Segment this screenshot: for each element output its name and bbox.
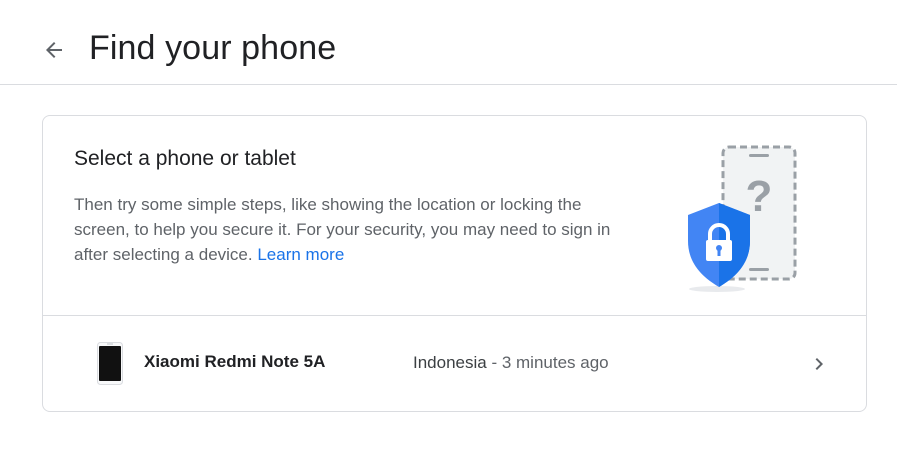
app-header: Find your phone xyxy=(0,0,897,85)
device-card: Select a phone or tablet Then try some s… xyxy=(42,115,867,412)
card-description: Then try some simple steps, like showing… xyxy=(74,192,634,267)
back-button[interactable] xyxy=(36,32,72,68)
chevron-right-icon xyxy=(815,358,823,370)
svg-text:?: ? xyxy=(746,172,773,221)
phone-shield-lock-icon: ? xyxy=(688,145,797,292)
device-name: Xiaomi Redmi Note 5A xyxy=(144,352,326,371)
device-last-seen: 3 minutes ago xyxy=(501,353,609,372)
phone-thumbnail-icon xyxy=(97,342,123,385)
card-title: Select a phone or tablet xyxy=(74,147,296,170)
page-title: Find your phone xyxy=(89,29,337,67)
card-intro: Select a phone or tablet Then try some s… xyxy=(43,116,866,316)
device-location: Indonesia xyxy=(413,353,487,372)
status-separator: - xyxy=(486,353,502,372)
arrow-back-icon xyxy=(46,42,62,58)
learn-more-link[interactable]: Learn more xyxy=(257,245,344,264)
device-list-item[interactable]: Xiaomi Redmi Note 5A Indonesia - 3 minut… xyxy=(43,316,866,411)
device-status: Indonesia - 3 minutes ago xyxy=(413,353,609,373)
